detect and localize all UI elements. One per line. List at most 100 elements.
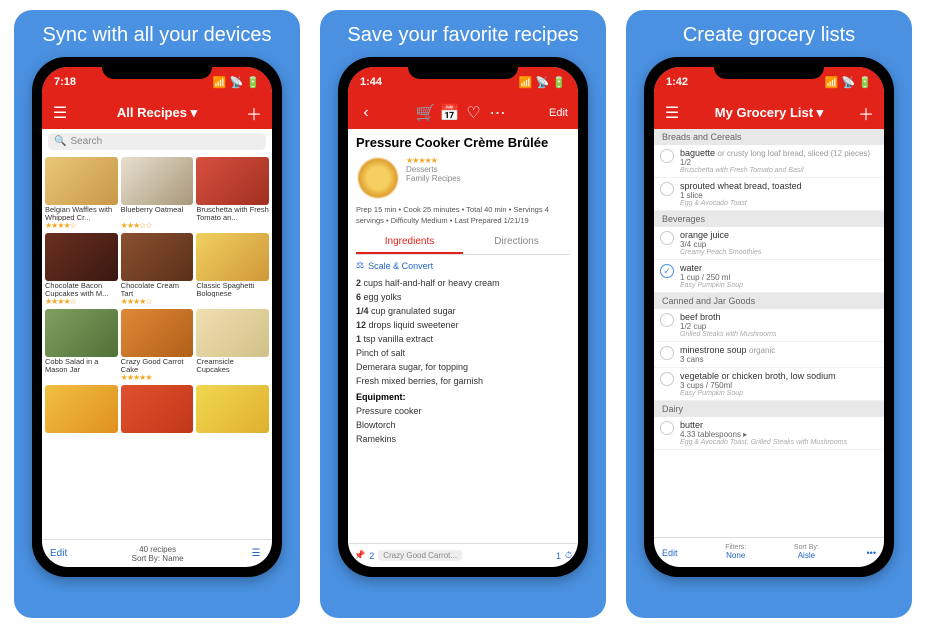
status-time: 1:42	[666, 76, 688, 88]
recipe-stars: ★★★★☆	[121, 297, 194, 306]
heart-icon[interactable]: ♡	[466, 105, 482, 121]
menu-icon[interactable]: ☰	[52, 105, 68, 121]
grocery-item-amount: 3/4 cup	[680, 240, 876, 249]
grocery-item-source: Bruschetta with Fresh Tomato and Basil	[680, 167, 876, 174]
calendar-icon[interactable]: 📅	[442, 105, 458, 121]
recipe-card[interactable]: Belgian Waffles with Whipped Cr...★★★★☆	[45, 157, 118, 230]
panel-sync: Sync with all your devices 7:18 📶 📡 🔋 ☰ …	[14, 10, 300, 618]
recipe-source[interactable]: Family Recipes	[406, 174, 461, 183]
more-icon[interactable]: •••	[867, 548, 876, 558]
grocery-item[interactable]: sprouted wheat bread, toasted1 sliceEgg …	[654, 178, 884, 211]
grocery-item[interactable]: butter4.33 tablespoons ▸Egg & Avocado To…	[654, 417, 884, 450]
status-icons: 📶 📡 🔋	[519, 76, 566, 89]
grocery-item[interactable]: minestrone soup organic3 cans	[654, 342, 884, 368]
grocery-list: Breads and Cerealsbaguette or crusty lon…	[654, 129, 884, 537]
ingredient-item[interactable]: Pinch of salt	[348, 346, 578, 360]
recipe-card[interactable]: Bruschetta with Fresh Tomato an...	[196, 157, 269, 230]
recipe-category[interactable]: Desserts	[406, 165, 461, 174]
equipment-list: Pressure cookerBlowtorchRamekins	[348, 404, 578, 446]
grocery-item-source: Egg & Avocado Toast, Grilled Steaks with…	[680, 439, 876, 446]
panel-recipes: Save your favorite recipes 1:44 📶 📡 🔋 ‹ …	[320, 10, 606, 618]
recipe-meta: ★★★★★ Desserts Family Recipes	[406, 156, 461, 200]
filters-control[interactable]: Filters:None	[725, 544, 746, 560]
recipe-name: Creamsicle Cupcakes	[196, 358, 269, 373]
ingredient-item[interactable]: Demerara sugar, for topping	[348, 360, 578, 374]
grocery-item-name: vegetable or chicken broth, low sodium	[680, 371, 876, 381]
foot-right: 1	[556, 551, 561, 561]
add-icon[interactable]: ＋	[246, 105, 262, 121]
tab-directions[interactable]: Directions	[463, 231, 570, 254]
recipe-card[interactable]: Classic Spaghetti Bolognese	[196, 233, 269, 306]
recipe-card[interactable]: Cobb Salad in a Mason Jar	[45, 309, 118, 382]
recipe-stars: ★★★★☆	[45, 221, 118, 230]
ingredient-item[interactable]: 2 cups half-and-half or heavy cream	[348, 276, 578, 290]
recipe-name: Cobb Salad in a Mason Jar	[45, 358, 118, 373]
recipe-card[interactable]: Chocolate Cream Tart★★★★☆	[121, 233, 194, 306]
recipe-stars[interactable]: ★★★★★	[406, 156, 461, 165]
grocery-item[interactable]: baguette or crusty long loaf bread, slic…	[654, 145, 884, 178]
ingredient-item[interactable]: 1/4 cup granulated sugar	[348, 304, 578, 318]
ingredients-list: 2 cups half-and-half or heavy cream6 egg…	[348, 276, 578, 388]
screen: 1:44 📶 📡 🔋 ‹ 🛒 📅 ♡ ⋯ Edit Pressure Cooke…	[348, 67, 578, 567]
recipe-title: Pressure Cooker Crème Brûlée	[348, 129, 578, 156]
grocery-item-source: Grilled Steaks with Mushrooms	[680, 331, 876, 338]
grocery-footer: Edit Filters:None Sort By:Aisle •••	[654, 537, 884, 567]
notch	[102, 57, 212, 79]
timer-icon[interactable]: ⏱	[565, 550, 572, 561]
add-icon[interactable]: ＋	[858, 105, 874, 121]
ingredient-item[interactable]: 1 tsp vanilla extract	[348, 332, 578, 346]
recipe-thumb[interactable]	[45, 385, 118, 433]
recipe-thumb[interactable]	[121, 385, 194, 433]
ingredient-item[interactable]: Fresh mixed berries, for garnish	[348, 374, 578, 388]
nav-bar: ‹ 🛒 📅 ♡ ⋯ Edit	[348, 97, 578, 129]
recipe-thumb	[45, 309, 118, 357]
recipe-card[interactable]: Crazy Good Carrot Cake★★★★★	[121, 309, 194, 382]
recipe-thumb	[45, 233, 118, 281]
recipe-card[interactable]: Blueberry Oatmeal★★★☆☆	[121, 157, 194, 230]
edit-button[interactable]: Edit	[549, 107, 568, 119]
back-icon[interactable]: ‹	[358, 105, 374, 121]
recipe-stars: ★★★★★	[121, 373, 194, 382]
recipe-thumb[interactable]	[196, 385, 269, 433]
recipe-count: 40 recipes	[67, 545, 248, 554]
nav-title[interactable]: My Grocery List ▾	[680, 105, 858, 121]
recipe-card[interactable]: Creamsicle Cupcakes	[196, 309, 269, 382]
ingredient-item[interactable]: 6 egg yolks	[348, 290, 578, 304]
edit-button[interactable]: Edit	[50, 548, 67, 559]
nav-title[interactable]: All Recipes ▾	[68, 105, 246, 121]
view-icon[interactable]: ☰	[248, 546, 264, 562]
foot-chip[interactable]: Crazy Good Carrot...	[378, 550, 462, 561]
recipe-image[interactable]	[356, 156, 400, 200]
recipe-name: Chocolate Cream Tart	[121, 282, 194, 297]
screen: 7:18 📶 📡 🔋 ☰ All Recipes ▾ ＋ 🔍 Search Be…	[42, 67, 272, 567]
scale-convert-link[interactable]: ⚖ Scale & Convert	[348, 255, 578, 276]
recipe-card[interactable]: Chocolate Bacon Cupcakes with M...★★★★☆	[45, 233, 118, 306]
sort-control[interactable]: Sort By:Aisle	[794, 544, 819, 560]
recipe-thumb	[121, 157, 194, 205]
more-icon[interactable]: ⋯	[490, 105, 506, 121]
notch	[714, 57, 824, 79]
pin-icon[interactable]: 📌	[354, 550, 365, 561]
grocery-item-amount: 1 cup / 250 ml	[680, 273, 876, 282]
edit-button[interactable]: Edit	[662, 548, 678, 558]
grocery-item[interactable]: vegetable or chicken broth, low sodium3 …	[654, 368, 884, 401]
search-input[interactable]: 🔍 Search	[48, 133, 266, 150]
scale-icon: ⚖	[356, 260, 364, 271]
grocery-item-amount: 3 cups / 750ml	[680, 381, 876, 390]
phone-frame: 1:42 📶 📡 🔋 ☰ My Grocery List ▾ ＋ Breads …	[644, 57, 894, 577]
grocery-item[interactable]: beef broth1/2 cupGrilled Steaks with Mus…	[654, 309, 884, 342]
footer: Edit 40 recipes Sort By: Name ☰	[42, 539, 272, 567]
tab-ingredients[interactable]: Ingredients	[356, 231, 463, 254]
grocery-item-name: butter	[680, 420, 876, 430]
sort-label[interactable]: Sort By: Name	[67, 554, 248, 563]
grocery-item[interactable]: water1 cup / 250 mlEasy Pumpkin Soup	[654, 260, 884, 293]
cart-icon[interactable]: 🛒	[418, 105, 434, 121]
nav-bar: ☰ My Grocery List ▾ ＋	[654, 97, 884, 129]
status-icons: 📶 📡 🔋	[213, 76, 260, 89]
grocery-item[interactable]: orange juice3/4 cupCreamy Peach Smoothie…	[654, 227, 884, 260]
recipe-thumb	[196, 309, 269, 357]
menu-icon[interactable]: ☰	[664, 105, 680, 121]
content: Pressure Cooker Crème Brûlée ★★★★★ Desse…	[348, 129, 578, 543]
nav-actions: 🛒 📅 ♡ ⋯	[374, 105, 549, 121]
ingredient-item[interactable]: 12 drops liquid sweetener	[348, 318, 578, 332]
